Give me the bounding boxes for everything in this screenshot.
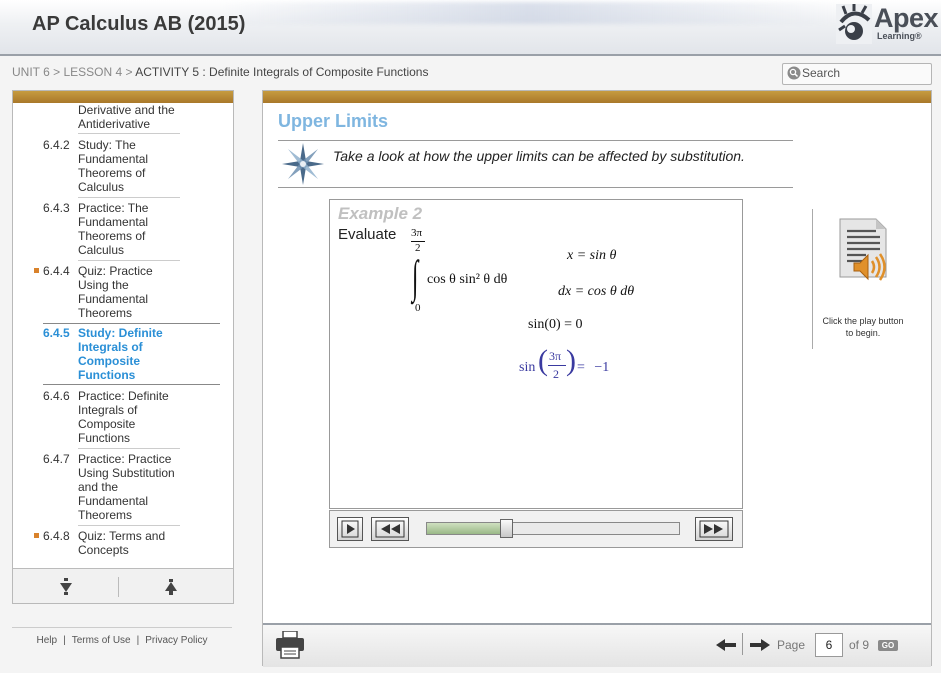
progress-slider[interactable] (426, 519, 680, 538)
divider (742, 633, 743, 655)
rewind-button[interactable] (371, 517, 409, 541)
breadcrumb-lesson[interactable]: LESSON 4 (64, 65, 123, 79)
go-button[interactable]: GO (878, 640, 898, 651)
upper-bound-result: = −1 (577, 360, 610, 375)
divider (78, 525, 180, 526)
quiz-bullet-icon (34, 533, 39, 538)
search-icon[interactable] (787, 66, 801, 80)
lower-bound-line: sin(0) = 0 (528, 317, 583, 332)
example-title: Example 2 (338, 204, 423, 223)
intro-text: Take a look at how the upper limits can … (333, 148, 745, 164)
paren-right: ) (566, 344, 576, 377)
differential-line: dx = cos θ dθ (558, 284, 635, 299)
lesson-number: 6.4.3 (43, 201, 70, 215)
lower-limit: 0 (415, 302, 421, 314)
video-controls (329, 510, 743, 548)
fast-forward-button[interactable] (695, 517, 733, 541)
divider (78, 133, 180, 134)
upper-bound-numerator: 3π (549, 349, 562, 363)
quiz-bullet-icon (34, 268, 39, 273)
play-icon (341, 520, 359, 538)
lesson-number: 6.4.6 (43, 389, 70, 403)
breadcrumb-separator: > (53, 65, 61, 79)
breadcrumb-separator: > (125, 65, 133, 79)
footer-links: Help | Terms of Use | Privacy Policy (12, 627, 232, 646)
example-video-frame[interactable]: Example 2 Evaluate 3π 2 ∫ 0 cos θ sin² θ… (329, 199, 743, 509)
substitution-line: x = sin θ (567, 248, 617, 263)
upper-bound-denominator: 2 (553, 367, 559, 381)
audio-document-icon[interactable] (836, 217, 892, 283)
help-link[interactable]: Help (37, 635, 58, 646)
lesson-sidebar: Derivative and the Antiderivative 6.4.2 … (12, 90, 234, 604)
app-header: AP Calculus AB (2015) Apex Learning® (0, 0, 941, 56)
breadcrumb-activity: ACTIVITY 5 : Definite Integrals of Compo… (135, 65, 429, 79)
prev-page-icon[interactable] (715, 637, 737, 653)
page-total: of 9 (849, 638, 870, 652)
divider (812, 209, 813, 349)
play-button[interactable] (337, 517, 363, 541)
divider (278, 187, 793, 188)
lesson-label: Practice: Practice Using Substitution an… (78, 452, 175, 522)
divider (43, 323, 220, 324)
lesson-number: 6.4.2 (43, 138, 70, 152)
lesson-number: 6.4.7 (43, 452, 70, 466)
integrand: cos θ sin² θ dθ (427, 272, 508, 287)
fast-forward-icon (699, 520, 729, 538)
lesson-label: Practice: The Fundamental Theorems of Ca… (78, 201, 149, 257)
upper-limit-numerator: 3π (411, 227, 423, 239)
terms-link[interactable]: Terms of Use (72, 635, 131, 646)
lesson-number: 6.4.5 (43, 326, 70, 340)
lesson-label: Derivative and the Antiderivative (78, 103, 175, 131)
divider (78, 448, 180, 449)
divider (78, 260, 180, 261)
evaluate-label: Evaluate (338, 226, 397, 243)
content-header-bar (263, 91, 931, 103)
page-label: Page (777, 638, 806, 652)
lesson-label: Practice: Definite Integrals of Composit… (78, 389, 169, 445)
lesson-label: Study: Definite Integrals of Composite F… (78, 326, 163, 382)
divider (118, 577, 119, 597)
fraction-bar (548, 365, 566, 366)
search-input[interactable] (802, 64, 926, 82)
divider (78, 197, 180, 198)
arrow-up-icon[interactable] (162, 577, 180, 597)
pager-bar: Page of 9 GO (263, 623, 931, 667)
compass-star-icon (282, 143, 324, 185)
divider (43, 384, 220, 385)
breadcrumb-unit[interactable]: UNIT 6 (12, 65, 50, 79)
privacy-link[interactable]: Privacy Policy (145, 635, 207, 646)
paren-left: ( (538, 344, 548, 377)
lesson-number: 6.4.4 (43, 264, 70, 278)
breadcrumb: UNIT 6 > LESSON 4 > ACTIVITY 5 : Definit… (12, 65, 428, 79)
upper-bound-fn: sin (519, 360, 536, 375)
lesson-list: Derivative and the Antiderivative 6.4.2 … (13, 97, 233, 567)
lesson-label: Quiz: Terms and Concepts (78, 529, 166, 557)
sidebar-scroll-controls (13, 568, 233, 603)
page-title: Upper Limits (278, 111, 389, 131)
logo-name: Apex (874, 3, 939, 33)
page-number-input[interactable] (815, 633, 843, 657)
lesson-label: Study: The Fundamental Theorems of Calcu… (78, 138, 149, 194)
printer-icon[interactable] (275, 631, 305, 659)
rewind-icon (375, 520, 405, 538)
logo-subtitle: Learning® (877, 31, 922, 41)
audio-hint: Click the play button to begin. (822, 316, 904, 338)
content-panel: Upper Limits Take a look at how the uppe… (262, 90, 932, 667)
lesson-label: Quiz: Practice Using the Fundamental The… (78, 264, 153, 320)
next-page-icon[interactable] (749, 637, 771, 653)
progress-fill (427, 523, 506, 534)
app-title: AP Calculus AB (2015) (32, 13, 246, 35)
lesson-number: 6.4.8 (43, 529, 70, 543)
arrow-down-icon[interactable] (57, 577, 75, 597)
progress-thumb[interactable] (500, 519, 514, 538)
integral-sign: ∫ (412, 251, 419, 302)
divider (278, 140, 793, 141)
